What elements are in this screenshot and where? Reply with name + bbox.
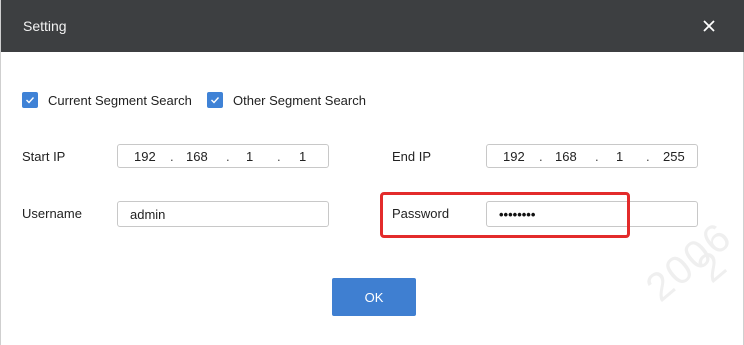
ip-separator: .	[277, 149, 281, 164]
ip-octet[interactable]: 192	[503, 149, 525, 164]
ip-octet[interactable]: 1	[246, 149, 253, 164]
checkbox-label: Other Segment Search	[233, 92, 366, 108]
current-segment-search-checkbox[interactable]: Current Segment Search	[22, 92, 192, 108]
password-input[interactable]: ••••••••	[486, 201, 698, 227]
ip-separator: .	[170, 149, 174, 164]
ip-separator: .	[646, 149, 650, 164]
ip-octet[interactable]: 1	[299, 149, 306, 164]
ip-octet[interactable]: 168	[555, 149, 577, 164]
start-ip-label: Start IP	[22, 149, 66, 164]
password-label: Password	[392, 206, 450, 221]
checkbox-label: Current Segment Search	[48, 92, 192, 108]
checkbox-checked-icon	[22, 92, 38, 108]
start-ip-input[interactable]: 192 . 168 . 1 . 1	[117, 144, 329, 168]
title-bar: Setting	[1, 0, 744, 52]
dialog-title: Setting	[23, 18, 67, 34]
checkbox-checked-icon	[207, 92, 223, 108]
end-ip-input[interactable]: 192 . 168 . 1 . 255	[486, 144, 698, 168]
close-button[interactable]	[697, 14, 721, 38]
end-ip-label: End IP	[392, 149, 432, 164]
ip-octet[interactable]: 1	[616, 149, 623, 164]
ip-separator: .	[226, 149, 230, 164]
ok-button[interactable]: OK	[332, 278, 416, 316]
setting-dialog: Setting Current Segment Search Other Seg…	[0, 0, 744, 345]
username-label: Username	[22, 206, 82, 221]
close-icon	[703, 20, 715, 32]
ip-separator: .	[595, 149, 599, 164]
other-segment-search-checkbox[interactable]: Other Segment Search	[207, 92, 366, 108]
ip-separator: .	[539, 149, 543, 164]
username-input[interactable]: admin	[117, 201, 329, 227]
ip-octet[interactable]: 255	[663, 149, 685, 164]
ip-octet[interactable]: 168	[186, 149, 208, 164]
watermark: 2006	[637, 214, 741, 311]
ip-octet[interactable]: 192	[134, 149, 156, 164]
